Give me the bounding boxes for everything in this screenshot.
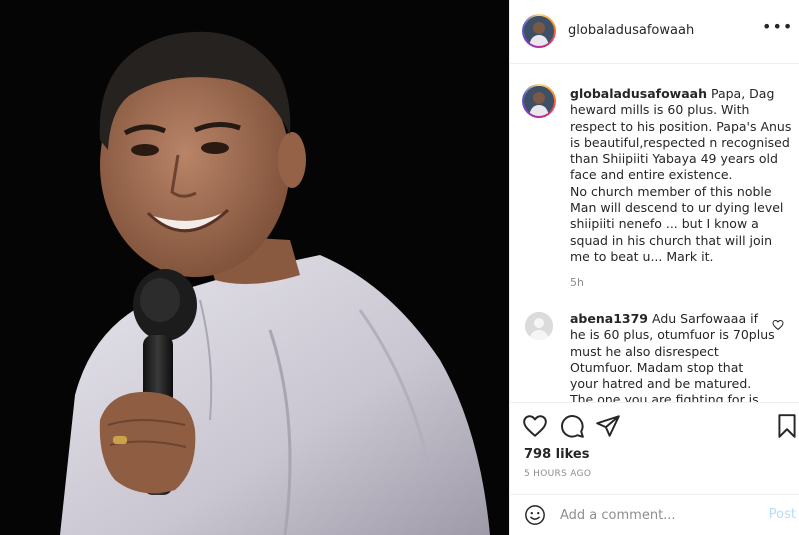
- likes-count[interactable]: 798 likes: [524, 447, 589, 462]
- author-avatar[interactable]: [522, 14, 556, 48]
- more-options-icon[interactable]: •••: [762, 19, 792, 42]
- instagram-post-view: globaladusafowaah ••• globaladusafowaah …: [0, 0, 799, 535]
- post-actions: 798 likes 5 HOURS AGO: [510, 402, 799, 494]
- caption-text-continued: No church member of this noble Man will …: [570, 183, 784, 264]
- comment-icon[interactable]: [559, 413, 585, 439]
- post-side-panel: globaladusafowaah ••• globaladusafowaah …: [509, 0, 799, 535]
- post-header: globaladusafowaah •••: [510, 0, 799, 64]
- comments-section: globaladusafowaah Papa, Dag heward mills…: [510, 64, 799, 402]
- emoji-icon[interactable]: [524, 504, 546, 526]
- post-time-ago[interactable]: 5 HOURS AGO: [524, 469, 591, 479]
- heart-icon[interactable]: [522, 413, 548, 439]
- post-photo[interactable]: [0, 0, 509, 535]
- caption-author-avatar[interactable]: [522, 84, 556, 118]
- add-comment-bar: Post: [510, 494, 799, 535]
- post-comment-button[interactable]: Post: [769, 507, 796, 522]
- commenter-avatar[interactable]: [525, 312, 553, 340]
- caption-timestamp[interactable]: 5h: [570, 276, 584, 289]
- share-icon[interactable]: [595, 413, 621, 439]
- avatar-photo: [524, 16, 554, 46]
- avatar-photo: [524, 86, 554, 116]
- bookmark-icon[interactable]: [774, 413, 799, 439]
- comment-item: abena1379 Adu Sarfowaaa if he is 60 plus…: [570, 311, 775, 402]
- caption-username[interactable]: globaladusafowaah: [570, 86, 707, 101]
- comment-like-heart-icon[interactable]: [772, 319, 784, 331]
- header-username[interactable]: globaladusafowaah: [568, 23, 694, 38]
- post-caption: globaladusafowaah Papa, Dag heward mills…: [570, 86, 792, 265]
- add-comment-input[interactable]: [560, 503, 740, 527]
- comment-username[interactable]: abena1379: [570, 311, 648, 326]
- photo-man-with-microphone: [0, 0, 509, 535]
